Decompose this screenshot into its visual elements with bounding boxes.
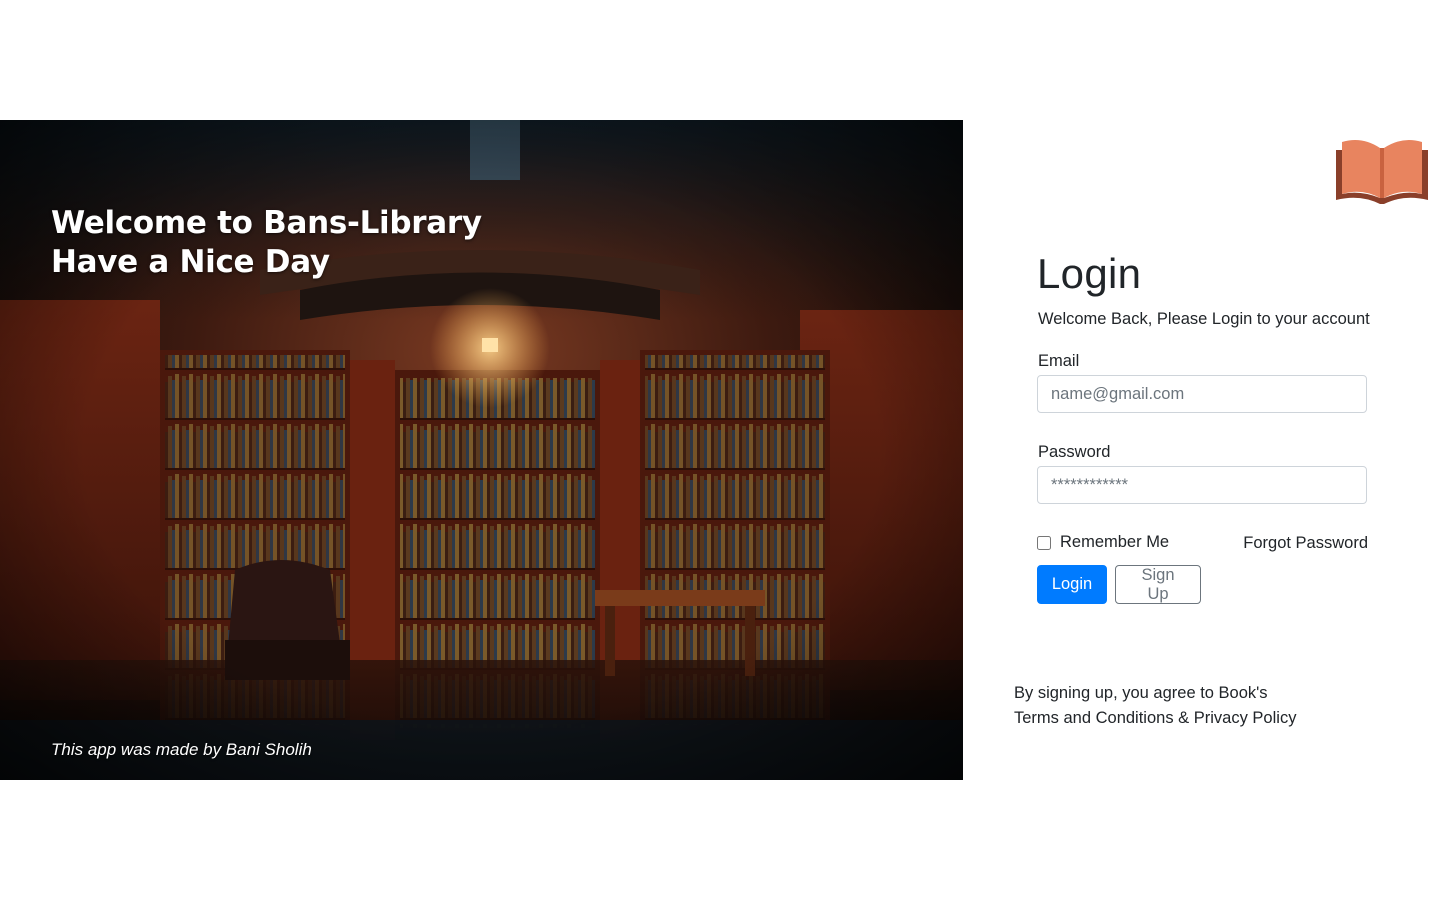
login-title: Login	[1037, 250, 1142, 297]
sign-up-button[interactable]: Sign Up	[1115, 565, 1201, 604]
terms-line1: By signing up, you agree to Book's	[1014, 684, 1268, 702]
remember-me-label: Remember Me	[1060, 533, 1170, 551]
open-book-icon	[1336, 140, 1428, 204]
login-subtitle: Welcome Back, Please Login to your accou…	[1038, 310, 1370, 328]
remember-me[interactable]: Remember Me	[1037, 533, 1169, 552]
terms-line2[interactable]: Terms and Conditions & Privacy Policy	[1014, 706, 1296, 731]
password-field[interactable]	[1037, 466, 1367, 504]
password-label: Password	[1038, 443, 1111, 461]
hero-title-line2: Have a Nice Day	[51, 244, 330, 280]
login-button[interactable]: Login	[1037, 565, 1107, 604]
hero-title: Welcome to Bans-Library Have a Nice Day	[51, 204, 482, 282]
email-label: Email	[1038, 352, 1080, 370]
terms-notice: By signing up, you agree to Book's Terms…	[1014, 681, 1296, 731]
email-field[interactable]	[1037, 375, 1367, 413]
login-page: Welcome to Bans-Library Have a Nice Day …	[0, 0, 1440, 900]
remember-me-checkbox[interactable]	[1037, 535, 1051, 550]
hero-title-line1: Welcome to Bans-Library	[51, 205, 482, 241]
hero-panel: Welcome to Bans-Library Have a Nice Day …	[0, 120, 963, 780]
hero-credit: This app was made by Bani Sholih	[51, 740, 312, 759]
forgot-password-link[interactable]: Forgot Password	[1243, 534, 1368, 553]
